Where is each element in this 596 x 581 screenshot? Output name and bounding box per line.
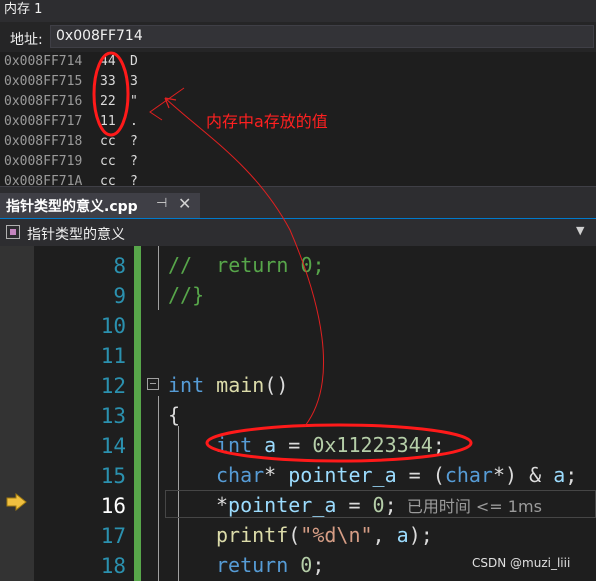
declaration-circle <box>205 423 473 463</box>
annotation-overlay <box>92 51 473 463</box>
watermark: CSDN @muzi_liii <box>472 556 571 570</box>
annotation-arrow-line <box>164 97 324 427</box>
memory-values-circle <box>92 51 130 137</box>
